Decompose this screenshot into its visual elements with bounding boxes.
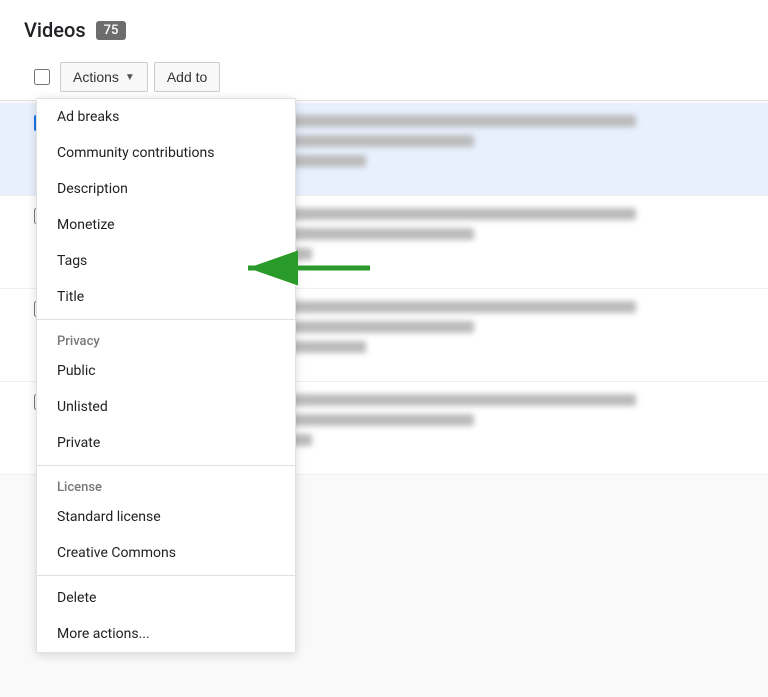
select-all-checkbox-col bbox=[24, 69, 60, 85]
add-to-button[interactable]: Add to bbox=[154, 62, 220, 92]
privacy-divider bbox=[37, 319, 295, 320]
menu-item-private[interactable]: Private bbox=[37, 425, 295, 461]
menu-item-monetize[interactable]: Monetize bbox=[37, 207, 295, 243]
select-all-checkbox[interactable] bbox=[34, 69, 50, 85]
menu-item-more-actions[interactable]: More actions... bbox=[37, 616, 295, 652]
menu-item-unlisted[interactable]: Unlisted bbox=[37, 389, 295, 425]
page-header: Videos 75 bbox=[0, 0, 768, 54]
menu-item-tags[interactable]: Tags bbox=[37, 243, 295, 279]
menu-item-delete[interactable]: Delete bbox=[37, 580, 295, 616]
menu-item-community-contributions[interactable]: Community contributions bbox=[37, 135, 295, 171]
menu-item-standard-license[interactable]: Standard license bbox=[37, 499, 295, 535]
menu-item-creative-commons[interactable]: Creative Commons bbox=[37, 535, 295, 571]
license-section-label: License bbox=[37, 470, 295, 499]
actions-label: Actions bbox=[73, 69, 119, 85]
page-title: Videos bbox=[24, 18, 86, 42]
menu-item-public[interactable]: Public bbox=[37, 353, 295, 389]
toolbar: Actions ▼ Add to Ad breaks Community con… bbox=[0, 54, 768, 101]
menu-item-title[interactable]: Title bbox=[37, 279, 295, 315]
caret-icon: ▼ bbox=[125, 72, 135, 83]
menu-item-description[interactable]: Description bbox=[37, 171, 295, 207]
menu-item-ad-breaks[interactable]: Ad breaks bbox=[37, 99, 295, 135]
license-divider bbox=[37, 465, 295, 466]
actions-button[interactable]: Actions ▼ bbox=[60, 62, 148, 92]
video-count-badge: 75 bbox=[96, 21, 127, 40]
actions-dropdown: Ad breaks Community contributions Descri… bbox=[36, 98, 296, 653]
privacy-section-label: Privacy bbox=[37, 324, 295, 353]
footer-divider bbox=[37, 575, 295, 576]
